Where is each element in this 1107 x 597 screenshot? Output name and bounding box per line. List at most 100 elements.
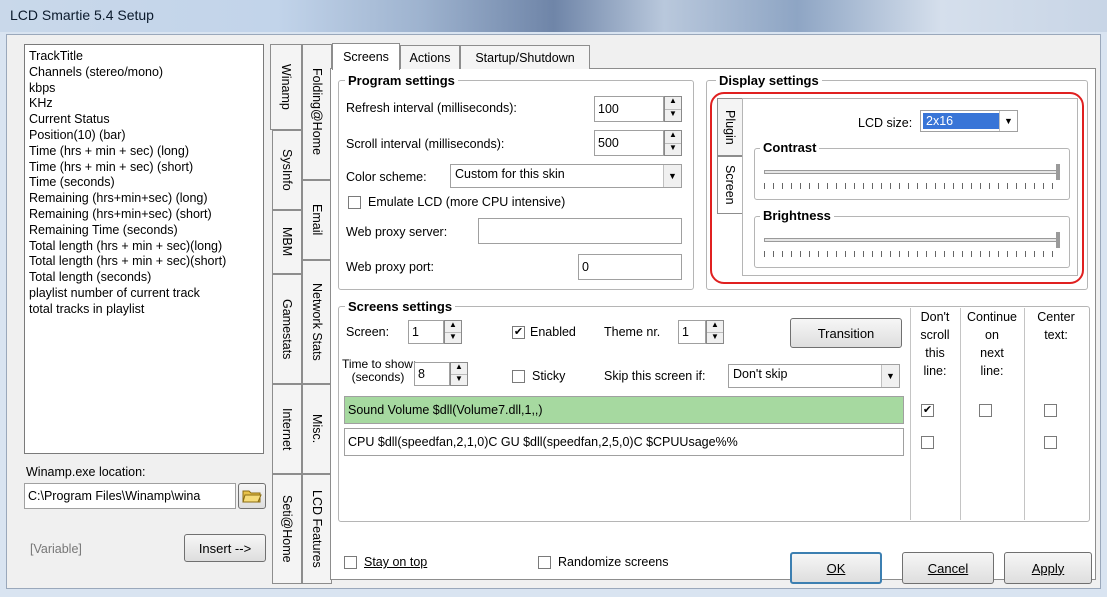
emulate-lcd-checkbox[interactable] bbox=[348, 196, 361, 209]
list-item[interactable]: total tracks in playlist bbox=[29, 302, 263, 318]
screen-number-spinner[interactable]: ▲ ▼ bbox=[444, 320, 462, 344]
continue-header: Continue on next line: bbox=[960, 308, 1024, 380]
tab-actions[interactable]: Actions bbox=[400, 45, 460, 69]
tab-misc[interactable]: Misc. bbox=[302, 384, 332, 474]
plugin-variable-list[interactable]: TrackTitle Channels (stereo/mono) kbps K… bbox=[24, 44, 264, 454]
tab-mbm[interactable]: MBM bbox=[272, 210, 302, 274]
color-scheme-label: Color scheme: bbox=[346, 170, 427, 184]
continue-header-line: line: bbox=[980, 364, 1004, 378]
apply-button[interactable]: Apply bbox=[1004, 552, 1092, 584]
list-item[interactable]: Remaining Time (seconds) bbox=[29, 223, 263, 239]
list-item[interactable]: Time (hrs + min + sec) (long) bbox=[29, 144, 263, 160]
contrast-slider[interactable] bbox=[764, 164, 1060, 190]
contrast-slider-thumb[interactable] bbox=[1056, 164, 1060, 180]
sticky-checkbox[interactable] bbox=[512, 370, 525, 383]
time-to-show-line2: (seconds) bbox=[351, 370, 405, 384]
proxy-server-input[interactable] bbox=[478, 218, 682, 244]
scroll-interval-spinner[interactable]: ▲ ▼ bbox=[664, 130, 682, 156]
spin-up-icon[interactable]: ▲ bbox=[451, 363, 467, 375]
list-item[interactable]: Channels (stereo/mono) bbox=[29, 65, 263, 81]
time-to-show-spinner[interactable]: ▲ ▼ bbox=[450, 362, 468, 386]
sticky-label: Sticky bbox=[532, 369, 566, 383]
tab-gamestats[interactable]: Gamestats bbox=[272, 274, 302, 384]
list-item[interactable]: Current Status bbox=[29, 112, 263, 128]
color-scheme-select[interactable]: Custom for this skin ▼ bbox=[450, 164, 682, 188]
winamp-location-input[interactable]: C:\Program Files\Winamp\wina bbox=[24, 483, 236, 509]
screen-number-input[interactable]: 1 bbox=[408, 320, 444, 344]
tab-winamp-label: Winamp bbox=[279, 64, 293, 110]
chevron-down-icon[interactable]: ▼ bbox=[881, 365, 899, 387]
tab-screens[interactable]: Screens bbox=[332, 43, 400, 70]
transition-button[interactable]: Transition bbox=[790, 318, 902, 348]
brightness-slider-thumb[interactable] bbox=[1056, 232, 1060, 248]
center-line-2-checkbox[interactable] bbox=[1044, 436, 1057, 449]
list-item[interactable]: Time (hrs + min + sec) (short) bbox=[29, 160, 263, 176]
tab-lcd-features[interactable]: LCD Features bbox=[302, 474, 332, 584]
list-item[interactable]: TrackTitle bbox=[29, 49, 263, 65]
no-scroll-line-2-checkbox[interactable] bbox=[921, 436, 934, 449]
cancel-button[interactable]: Cancel bbox=[902, 552, 994, 584]
tab-startup-shutdown[interactable]: Startup/Shutdown bbox=[460, 45, 590, 69]
list-item[interactable]: kbps bbox=[29, 81, 263, 97]
chevron-down-icon[interactable]: ▼ bbox=[663, 165, 681, 187]
list-item[interactable]: Total length (hrs + min + sec)(long) bbox=[29, 239, 263, 255]
stay-on-top-checkbox[interactable] bbox=[344, 556, 357, 569]
spin-down-icon[interactable]: ▼ bbox=[451, 374, 467, 386]
list-item[interactable]: Position(10) (bar) bbox=[29, 128, 263, 144]
skip-screen-value: Don't skip bbox=[733, 367, 788, 381]
spin-up-icon[interactable]: ▲ bbox=[707, 321, 723, 333]
no-scroll-header: Don't scroll this line: bbox=[910, 308, 960, 380]
spin-down-icon[interactable]: ▼ bbox=[707, 332, 723, 344]
tab-internet[interactable]: Internet bbox=[272, 384, 302, 474]
tab-winamp[interactable]: Winamp bbox=[270, 44, 302, 130]
scroll-interval-input[interactable]: 500 bbox=[594, 130, 664, 156]
tab-plugin-label: Plugin bbox=[723, 109, 737, 145]
screen-line-2-input[interactable]: CPU $dll(speedfan,2,1,0)C GU $dll(speedf… bbox=[344, 428, 904, 456]
screen-line-1-input[interactable]: Sound Volume $dll(Volume7.dll,1,,) bbox=[344, 396, 904, 424]
list-item[interactable]: Time (seconds) bbox=[29, 175, 263, 191]
spin-down-icon[interactable]: ▼ bbox=[445, 332, 461, 344]
insert-button[interactable]: Insert --> bbox=[184, 534, 266, 562]
continue-line-1-checkbox[interactable] bbox=[979, 404, 992, 417]
list-item[interactable]: Remaining (hrs+min+sec) (short) bbox=[29, 207, 263, 223]
list-item[interactable]: Total length (seconds) bbox=[29, 270, 263, 286]
list-item[interactable]: Remaining (hrs+min+sec) (long) bbox=[29, 191, 263, 207]
tab-email[interactable]: Email bbox=[302, 180, 332, 260]
winamp-location-label: Winamp.exe location: bbox=[26, 465, 146, 479]
spin-down-icon[interactable]: ▼ bbox=[665, 109, 681, 122]
refresh-interval-input[interactable]: 100 bbox=[594, 96, 664, 122]
enabled-checkbox[interactable]: ✔ bbox=[512, 326, 525, 339]
skip-screen-select[interactable]: Don't skip ▼ bbox=[728, 364, 900, 388]
tab-folding-home[interactable]: Folding@Home bbox=[302, 44, 332, 180]
chevron-down-icon[interactable]: ▼ bbox=[999, 111, 1017, 131]
tab-plugin[interactable]: Plugin bbox=[717, 98, 743, 156]
list-item[interactable]: KHz bbox=[29, 96, 263, 112]
tab-seti-home[interactable]: Seti@Home bbox=[272, 474, 302, 584]
browse-folder-button[interactable] bbox=[238, 483, 266, 509]
tab-lcd-features-label: LCD Features bbox=[310, 490, 324, 568]
spin-up-icon[interactable]: ▲ bbox=[665, 131, 681, 144]
refresh-interval-spinner[interactable]: ▲ ▼ bbox=[664, 96, 682, 122]
randomize-checkbox[interactable] bbox=[538, 556, 551, 569]
proxy-port-input[interactable]: 0 bbox=[578, 254, 682, 280]
spin-down-icon[interactable]: ▼ bbox=[665, 143, 681, 156]
time-to-show-label: Time to show: (seconds) bbox=[342, 358, 416, 384]
tab-screen[interactable]: Screen bbox=[717, 156, 743, 214]
no-scroll-line-1-checkbox[interactable]: ✔ bbox=[921, 404, 934, 417]
spin-up-icon[interactable]: ▲ bbox=[665, 97, 681, 110]
brightness-slider[interactable] bbox=[764, 232, 1060, 258]
theme-spinner[interactable]: ▲ ▼ bbox=[706, 320, 724, 344]
time-to-show-input[interactable]: 8 bbox=[414, 362, 450, 386]
list-item[interactable]: playlist number of current track bbox=[29, 286, 263, 302]
tab-sysinfo[interactable]: SysInfo bbox=[272, 130, 302, 210]
lcd-size-value: 2x16 bbox=[923, 113, 999, 129]
tab-network-stats[interactable]: Network Stats bbox=[302, 260, 332, 384]
theme-input[interactable]: 1 bbox=[678, 320, 706, 344]
screen-label: Screen: bbox=[346, 325, 390, 339]
program-settings-title: Program settings bbox=[345, 73, 458, 88]
spin-up-icon[interactable]: ▲ bbox=[445, 321, 461, 333]
list-item[interactable]: Total length (hrs + min + sec)(short) bbox=[29, 254, 263, 270]
center-line-1-checkbox[interactable] bbox=[1044, 404, 1057, 417]
lcd-size-select[interactable]: 2x16 ▼ bbox=[920, 110, 1018, 132]
ok-button[interactable]: OK bbox=[790, 552, 882, 584]
